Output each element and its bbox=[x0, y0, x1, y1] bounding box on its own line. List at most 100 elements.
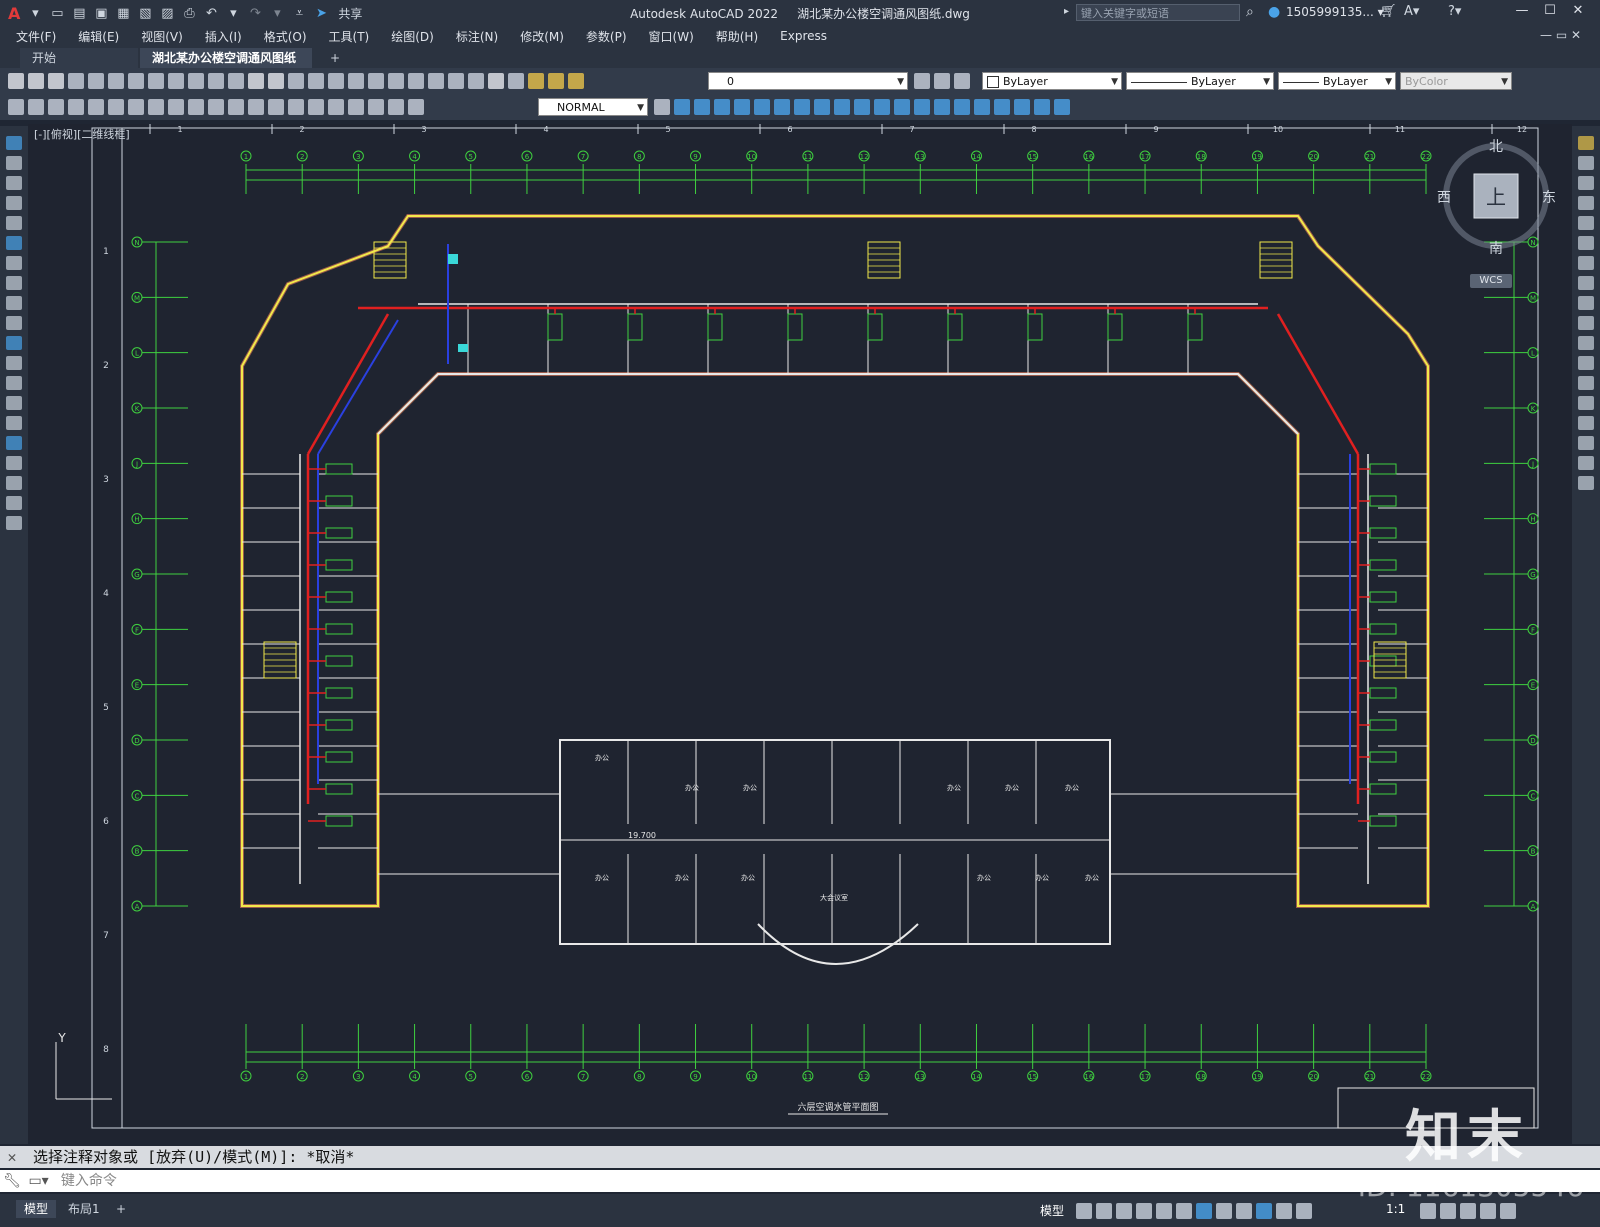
3d-align-icon[interactable] bbox=[1014, 99, 1030, 115]
linetype-dropdown[interactable]: ByLayer ▼ bbox=[1126, 72, 1274, 90]
ucs-menu[interactable]: WCS bbox=[1470, 274, 1512, 288]
match-properties-icon[interactable] bbox=[208, 73, 224, 89]
dim-linear-icon[interactable] bbox=[28, 99, 44, 115]
undo-toolbar-icon[interactable] bbox=[248, 73, 264, 89]
menu-edit[interactable]: 编辑(E) bbox=[67, 28, 130, 45]
doc-minimize-icon[interactable]: — ▭ ✕ bbox=[1540, 28, 1581, 42]
ortho-icon[interactable] bbox=[1116, 1203, 1132, 1219]
3d-dwf-icon[interactable] bbox=[128, 73, 144, 89]
draw-tool-icon[interactable] bbox=[6, 196, 22, 210]
compass-north[interactable]: 北 bbox=[1489, 139, 1503, 155]
dim-update-icon[interactable] bbox=[408, 99, 424, 115]
menu-express[interactable]: Express bbox=[769, 29, 838, 43]
3d-revolve-icon[interactable] bbox=[834, 99, 850, 115]
draw-tool-icon[interactable] bbox=[6, 336, 22, 350]
modify-tool-icon[interactable] bbox=[1578, 436, 1594, 450]
zoom-realtime-icon[interactable] bbox=[308, 73, 324, 89]
layer-properties-icon[interactable] bbox=[508, 73, 524, 89]
dim-radius-icon[interactable] bbox=[108, 99, 124, 115]
dim-space-icon[interactable] bbox=[248, 99, 264, 115]
open-icon[interactable] bbox=[28, 73, 44, 89]
auto-scale-icon[interactable] bbox=[1276, 1203, 1292, 1219]
layer-previous-icon[interactable] bbox=[934, 73, 950, 89]
recent-commands-icon[interactable]: ▭▾ bbox=[28, 1170, 56, 1192]
3d-loft-icon[interactable] bbox=[874, 99, 890, 115]
close-command-line-icon[interactable]: ✕ bbox=[0, 1146, 24, 1168]
plot-preview-icon[interactable] bbox=[88, 73, 104, 89]
modify-tool-icon[interactable] bbox=[1578, 176, 1594, 190]
3d-rotate-icon[interactable] bbox=[994, 99, 1010, 115]
clean-screen-icon[interactable] bbox=[1480, 1203, 1496, 1219]
draw-tool-icon[interactable] bbox=[6, 156, 22, 170]
help-toolbar-icon[interactable] bbox=[488, 73, 504, 89]
new-tab-button[interactable]: + bbox=[318, 48, 342, 68]
modify-tool-icon[interactable] bbox=[1578, 216, 1594, 230]
add-layout-button[interactable]: + bbox=[108, 1200, 134, 1218]
tolerance-icon[interactable] bbox=[288, 99, 304, 115]
redo-toolbar-icon[interactable] bbox=[268, 73, 284, 89]
dim-edit-icon[interactable] bbox=[368, 99, 384, 115]
zoom-previous-icon[interactable] bbox=[348, 73, 364, 89]
properties-icon[interactable] bbox=[368, 73, 384, 89]
qnew-icon[interactable] bbox=[8, 73, 24, 89]
menu-tools[interactable]: 工具(T) bbox=[318, 28, 381, 45]
3d-move-icon[interactable] bbox=[974, 99, 990, 115]
3d-union-icon[interactable] bbox=[894, 99, 910, 115]
sheet-set-icon[interactable] bbox=[428, 73, 444, 89]
tab-model[interactable]: 模型 bbox=[16, 1200, 57, 1218]
inspection-icon[interactable] bbox=[328, 99, 344, 115]
cart-icon[interactable]: 🛒︎ bbox=[1380, 4, 1397, 19]
dim-jogged-icon[interactable] bbox=[128, 99, 144, 115]
modify-tool-icon[interactable] bbox=[1578, 456, 1594, 470]
menu-help[interactable]: 帮助(H) bbox=[705, 28, 769, 45]
draw-tool-icon[interactable] bbox=[6, 496, 22, 510]
3d-slice-icon[interactable] bbox=[954, 99, 970, 115]
design-center-icon[interactable] bbox=[388, 73, 404, 89]
customize-icon[interactable]: 🔧︎ bbox=[0, 1170, 24, 1192]
snap-icon[interactable] bbox=[1096, 1203, 1112, 1219]
draw-tool-icon[interactable] bbox=[6, 316, 22, 330]
paste-icon[interactable] bbox=[188, 73, 204, 89]
modify-tool-icon[interactable] bbox=[1578, 416, 1594, 430]
web-mobile-icon[interactable]: ▧ bbox=[136, 4, 154, 22]
isodraft-icon[interactable] bbox=[1156, 1203, 1172, 1219]
user-account[interactable]: 1505999135... ▾ bbox=[1286, 5, 1384, 19]
publish-icon[interactable]: ▨ bbox=[158, 4, 176, 22]
modify-tool-icon[interactable] bbox=[1578, 136, 1594, 150]
menu-parametric[interactable]: 参数(P) bbox=[575, 28, 638, 45]
layer-lock-icon[interactable] bbox=[568, 73, 584, 89]
draw-tool-icon[interactable] bbox=[6, 256, 22, 270]
draw-tool-icon[interactable] bbox=[6, 236, 22, 250]
menu-insert[interactable]: 插入(I) bbox=[194, 28, 253, 45]
modify-tool-icon[interactable] bbox=[1578, 196, 1594, 210]
polar-icon[interactable] bbox=[1136, 1203, 1152, 1219]
make-current-icon[interactable] bbox=[914, 73, 930, 89]
plotstyle-dropdown[interactable]: ByColor ▼ bbox=[1400, 72, 1512, 90]
block-editor-icon[interactable] bbox=[228, 73, 244, 89]
workspace-switch-icon[interactable] bbox=[1420, 1203, 1436, 1219]
search-expand-icon[interactable]: ▸ bbox=[1064, 6, 1069, 17]
dim-baseline-icon[interactable] bbox=[208, 99, 224, 115]
annotation-scale-icon[interactable] bbox=[1296, 1203, 1312, 1219]
cut-icon[interactable] bbox=[148, 73, 164, 89]
object-snap-icon[interactable] bbox=[1196, 1203, 1212, 1219]
minimize-icon[interactable]: — bbox=[1510, 3, 1534, 21]
undo-icon[interactable]: ↶ bbox=[202, 4, 220, 22]
layer-on-icon[interactable] bbox=[528, 73, 544, 89]
model-space-toggle[interactable]: 模型 bbox=[1040, 1202, 1064, 1219]
draw-tool-icon[interactable] bbox=[6, 356, 22, 370]
draw-tool-icon[interactable] bbox=[6, 176, 22, 190]
layer-state-icon[interactable] bbox=[954, 73, 970, 89]
new-file-icon[interactable]: ▭ bbox=[48, 4, 66, 22]
plus-icon[interactable] bbox=[1440, 1203, 1456, 1219]
user-icon[interactable]: ● bbox=[1268, 4, 1280, 20]
dimstyle-dropdown[interactable]: NORMAL ▼ bbox=[538, 98, 648, 116]
dim-text-edit-icon[interactable] bbox=[388, 99, 404, 115]
tab-current-drawing[interactable]: 湖北某办公楼空调通风图纸* × bbox=[140, 48, 312, 85]
save-toolbar-icon[interactable] bbox=[48, 73, 64, 89]
menu-draw[interactable]: 绘图(D) bbox=[380, 28, 445, 45]
publish-toolbar-icon[interactable] bbox=[108, 73, 124, 89]
modify-tool-icon[interactable] bbox=[1578, 476, 1594, 490]
layer-freeze-icon[interactable] bbox=[548, 73, 564, 89]
draw-tool-icon[interactable] bbox=[6, 456, 22, 470]
